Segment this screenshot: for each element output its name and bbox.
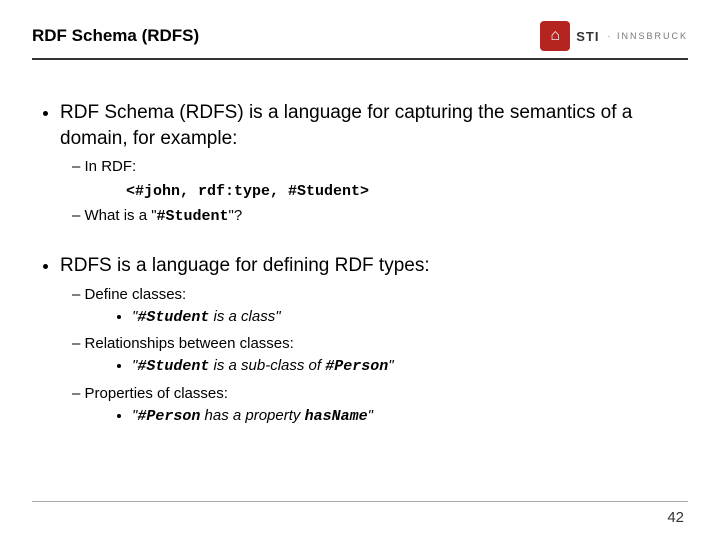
bullet-text: has a property xyxy=(200,407,304,424)
bullet-list-level2: In RDF: <#john, rdf:type, #Student> What… xyxy=(60,157,682,227)
bullet-list-level2: Define classes: "#Student is a class" Re… xyxy=(60,285,682,428)
header-bar: RDF Schema (RDFS) ⌂ STI · INNSBRUCK xyxy=(32,16,688,56)
bullet-text: RDFS is a language for defining RDF type… xyxy=(60,255,430,276)
header-rule xyxy=(32,58,688,60)
bullet-text: " xyxy=(388,357,393,374)
bullet-item: Relationships between classes: "#Student… xyxy=(90,334,682,378)
logo-text-main: STI xyxy=(576,29,599,44)
bullet-text: Properties of classes: xyxy=(85,385,228,402)
logo-mark-icon: ⌂ xyxy=(540,21,570,51)
bullet-item: "#Student is a sub-class of #Person" xyxy=(132,356,682,377)
code-inline: #Person xyxy=(137,408,200,425)
code-inline: #Person xyxy=(325,358,388,375)
page-number: 42 xyxy=(667,509,684,526)
bullet-text: What is a " xyxy=(85,207,157,224)
logo: ⌂ STI · INNSBRUCK xyxy=(540,21,688,51)
bullet-text: " xyxy=(368,407,373,424)
bullet-item: "#Student is a class" xyxy=(132,307,682,328)
logo-text-sub: · INNSBRUCK xyxy=(607,31,688,41)
slide-title: RDF Schema (RDFS) xyxy=(32,26,199,46)
code-inline: hasName xyxy=(305,408,368,425)
bullet-text: In RDF: xyxy=(85,158,137,175)
bullet-text: Relationships between classes: xyxy=(85,335,294,352)
bullet-list-level1: RDF Schema (RDFS) is a language for capt… xyxy=(38,100,682,427)
bullet-list-level3: "#Student is a sub-class of #Person" xyxy=(90,356,682,377)
bullet-text: Define classes: xyxy=(85,286,187,303)
footer-rule xyxy=(32,501,688,502)
bullet-item: Define classes: "#Student is a class" xyxy=(90,285,682,329)
bullet-item: In RDF: <#john, rdf:type, #Student> xyxy=(90,157,682,202)
bullet-text: RDF Schema (RDFS) is a language for capt… xyxy=(60,102,632,149)
code-snippet: <#john, rdf:type, #Student> xyxy=(126,182,682,202)
bullet-text: is a sub-class of xyxy=(209,357,325,374)
code-inline: #Student xyxy=(137,309,209,326)
bullet-text: is a class" xyxy=(209,308,280,325)
bullet-list-level3: "#Person has a property hasName" xyxy=(90,406,682,427)
code-inline: #Student xyxy=(157,208,229,225)
slide-content: RDF Schema (RDFS) is a language for capt… xyxy=(38,100,682,453)
bullet-item: RDFS is a language for defining RDF type… xyxy=(60,253,682,427)
code-inline: #Student xyxy=(137,358,209,375)
bullet-list-level3: "#Student is a class" xyxy=(90,307,682,328)
bullet-item: What is a "#Student"? xyxy=(90,206,682,227)
bullet-item: Properties of classes: "#Person has a pr… xyxy=(90,384,682,428)
bullet-text: "? xyxy=(229,207,243,224)
bullet-item: RDF Schema (RDFS) is a language for capt… xyxy=(60,100,682,227)
slide: RDF Schema (RDFS) ⌂ STI · INNSBRUCK RDF … xyxy=(0,0,720,540)
bullet-item: "#Person has a property hasName" xyxy=(132,406,682,427)
